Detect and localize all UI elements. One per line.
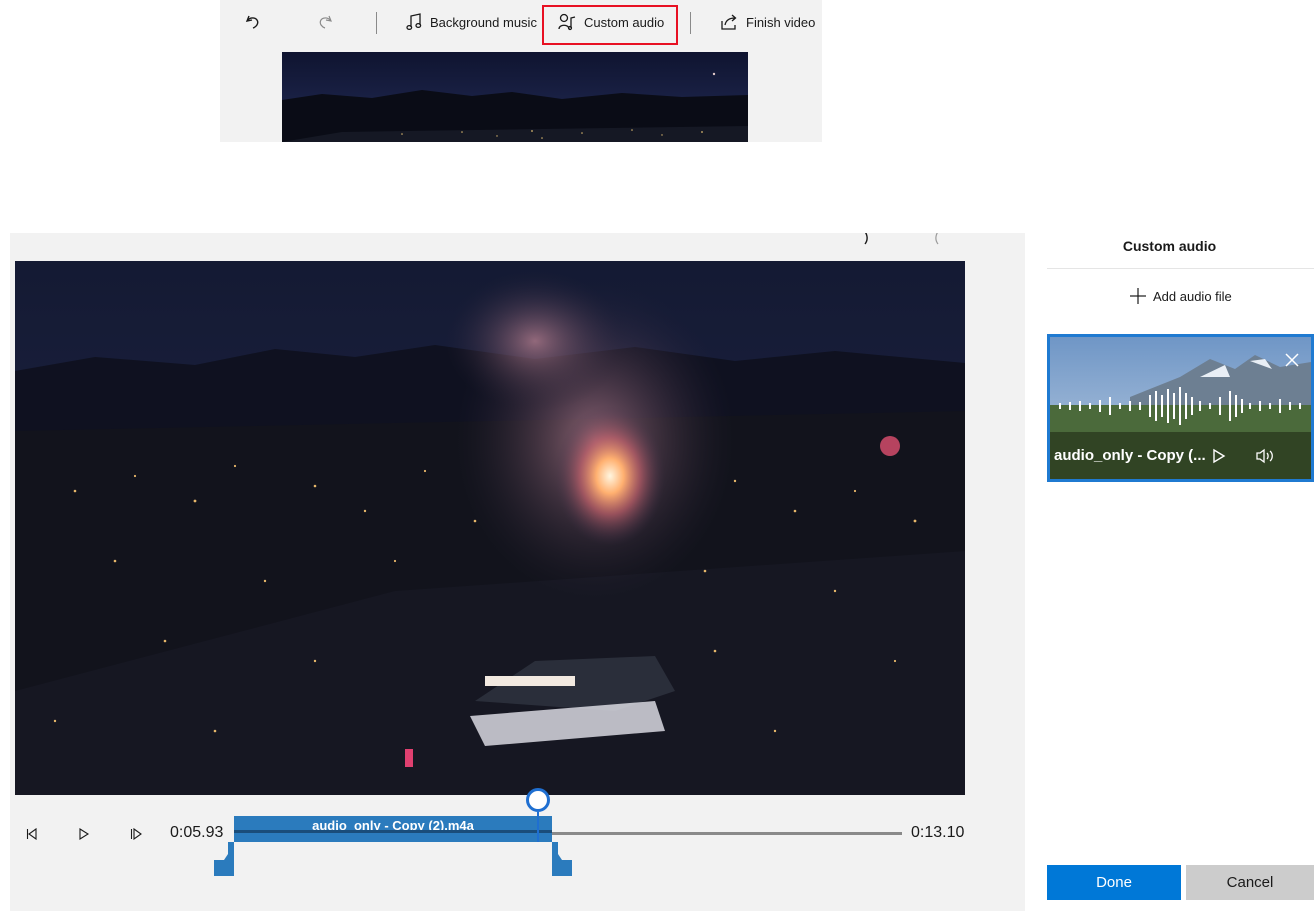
redo-button[interactable] — [316, 0, 334, 44]
end-time: 0:13.10 — [911, 824, 965, 841]
video-preview[interactable] — [15, 261, 965, 795]
music-note-icon — [406, 13, 422, 31]
trim-handle-icon — [552, 842, 572, 876]
cancel-button[interactable]: Cancel — [1186, 865, 1314, 900]
custom-audio-panel: Custom audio Add audio file audio_only -… — [1025, 233, 1314, 911]
audio-file-card[interactable]: audio_only - Copy (... — [1047, 334, 1314, 482]
night-landscape-image — [282, 72, 748, 142]
previous-frame-button[interactable] — [24, 824, 40, 844]
redo-icon — [319, 15, 332, 29]
plus-icon — [1130, 288, 1146, 304]
playback-controls: 0:05.93 audio_only - Copy (2).m4a 0:13.1… — [10, 788, 1025, 911]
trim-end-handle[interactable] — [552, 842, 572, 876]
panel-title: Custom audio — [1122, 238, 1217, 254]
step-forward-icon — [130, 828, 142, 840]
add-audio-file-label: Add audio file — [1153, 288, 1232, 304]
playhead-line — [537, 812, 539, 842]
editor-redo-button[interactable] — [928, 228, 950, 251]
play-icon — [79, 828, 90, 840]
remove-audio-button[interactable] — [1284, 352, 1300, 373]
close-icon — [1285, 353, 1299, 367]
editor-undo-button[interactable] — [853, 228, 875, 251]
play-icon — [1213, 448, 1226, 464]
trim-handle-icon — [214, 842, 234, 876]
toolbar-separator — [690, 12, 691, 34]
undo-button[interactable] — [244, 0, 262, 44]
add-audio-file-button[interactable]: Add audio file — [1129, 285, 1232, 307]
toolbar-separator — [376, 12, 377, 34]
video-editor: 0:05.93 audio_only - Copy (2).m4a 0:13.1… — [10, 228, 1025, 911]
redo-icon — [935, 228, 943, 245]
undo-icon — [245, 15, 259, 29]
next-frame-button[interactable] — [128, 824, 144, 844]
fireworks-video-frame — [15, 261, 965, 795]
audio-clip[interactable]: audio_only - Copy (2).m4a — [234, 816, 552, 842]
video-preview-thumbnail — [282, 52, 748, 142]
playhead-handle[interactable] — [526, 788, 550, 812]
custom-audio-highlight-box — [542, 5, 678, 45]
audio-volume-button[interactable] — [1255, 448, 1275, 469]
share-icon — [721, 14, 737, 30]
finish-video-label: Finish video — [746, 14, 816, 30]
audio-file-name: audio_only - Copy (... — [1054, 447, 1206, 464]
background-music-label: Background music — [430, 14, 537, 30]
play-button[interactable] — [76, 824, 92, 844]
background-music-button[interactable]: Background music — [406, 0, 537, 44]
volume-icon — [1256, 448, 1273, 464]
undo-icon — [860, 228, 868, 245]
done-button[interactable]: Done — [1047, 865, 1181, 900]
audio-clip-track-line — [234, 830, 552, 833]
current-time: 0:05.93 — [170, 824, 224, 841]
toolbar-inset: Background music Custom audio Finish vid… — [220, 0, 822, 142]
finish-video-button[interactable]: Finish video — [720, 0, 815, 44]
step-back-icon — [26, 828, 37, 840]
panel-divider — [1047, 268, 1314, 269]
audio-play-button[interactable] — [1212, 448, 1226, 469]
toolbar: Background music Custom audio Finish vid… — [220, 0, 822, 44]
trim-start-handle[interactable] — [214, 842, 234, 876]
